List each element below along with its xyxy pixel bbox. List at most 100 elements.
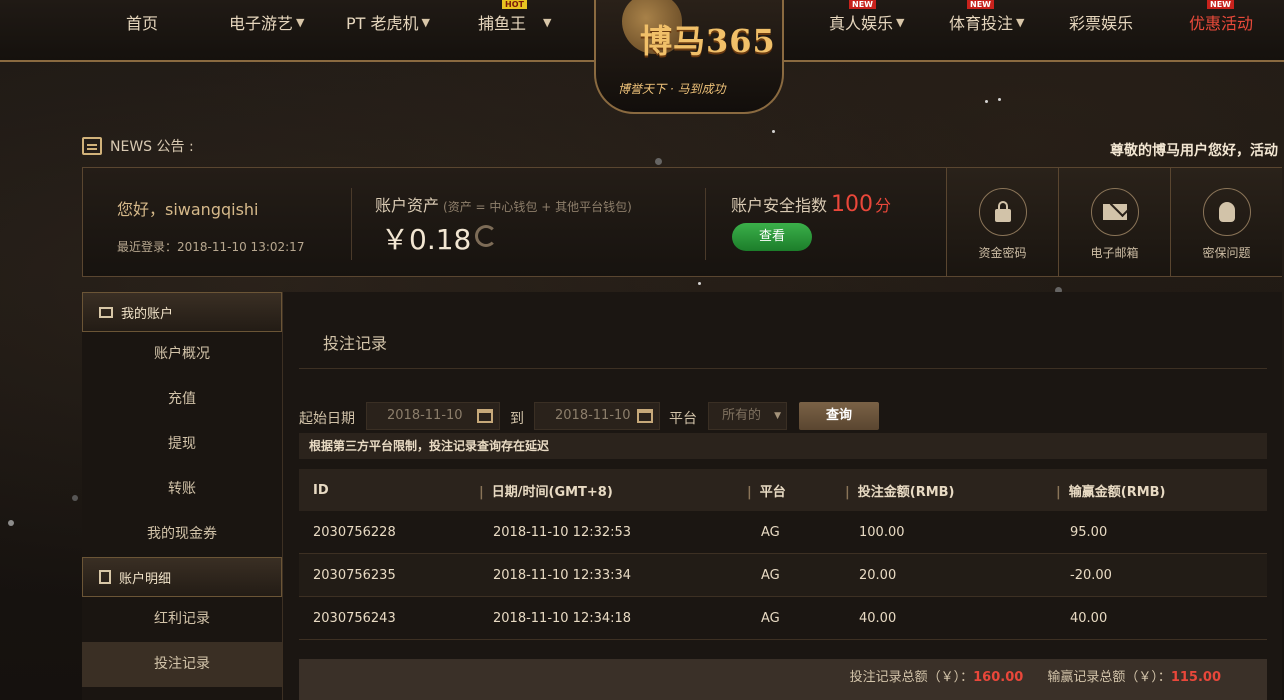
column-separator: | bbox=[1056, 484, 1061, 500]
nav-label: 电子游艺 bbox=[229, 14, 294, 33]
new-badge: NEW bbox=[967, 0, 994, 9]
mail-icon bbox=[1102, 204, 1127, 220]
sidebar-section-account-details[interactable]: 账户明细 bbox=[82, 557, 282, 597]
column-separator: | bbox=[747, 484, 752, 500]
new-badge: NEW bbox=[1207, 0, 1234, 9]
security-heading: 账户安全指数 100 分 bbox=[731, 192, 891, 217]
lock-icon bbox=[994, 200, 1011, 222]
nav-home[interactable]: 首页 bbox=[126, 10, 158, 34]
header-label: ID bbox=[313, 482, 329, 498]
hot-badge: HOT bbox=[502, 0, 527, 9]
header-label: 平台 bbox=[759, 484, 786, 500]
end-date-input[interactable]: 2018-11-10 bbox=[534, 402, 660, 430]
sidebar-section-my-account[interactable]: 我的账户 bbox=[82, 292, 282, 332]
platform-select[interactable]: 所有的 ▼ bbox=[708, 402, 787, 430]
nav-label: 首页 bbox=[126, 14, 159, 33]
divider bbox=[705, 188, 706, 260]
chevron-down-icon: ▼ bbox=[896, 15, 905, 29]
main-content: 投注记录 起始日期 2018-11-10 到 2018-11-10 平台 所有的… bbox=[282, 292, 1282, 700]
platform-value: 所有的 bbox=[722, 408, 762, 423]
bet-total-value: 160.00 bbox=[973, 670, 1024, 685]
chevron-down-icon: ▼ bbox=[296, 15, 305, 29]
cell-datetime: 2018-11-10 12:33:34 bbox=[493, 567, 632, 583]
query-button[interactable]: 查询 bbox=[799, 402, 879, 430]
nav-label: 体育投注 bbox=[949, 14, 1014, 33]
assets-label: 账户资产 bbox=[375, 196, 440, 215]
sidebar-item-bonus-records[interactable]: 红利记录 bbox=[82, 597, 282, 642]
refresh-icon[interactable] bbox=[475, 225, 497, 247]
cell-platform: AG bbox=[761, 610, 780, 626]
header-bet-amount: | 投注金额(RMB) bbox=[845, 481, 1056, 500]
new-badge: NEW bbox=[849, 0, 876, 9]
nav-label: 捕鱼王 bbox=[478, 14, 527, 33]
column-separator: | bbox=[845, 484, 850, 500]
tile-icon-frame bbox=[1090, 188, 1139, 236]
start-date-input[interactable]: 2018-11-10 bbox=[366, 402, 500, 430]
sidebar-item-transfer[interactable]: 转账 bbox=[82, 467, 282, 512]
news-label: NEWS 公告 : bbox=[110, 139, 194, 155]
nav-label: 彩票娱乐 bbox=[1069, 14, 1134, 33]
security-unit: 分 bbox=[875, 196, 892, 215]
header-platform: | 平台 bbox=[747, 481, 845, 500]
header-id: ID bbox=[299, 483, 479, 498]
assets-note: (资产 = 中心钱包 + 其他平台钱包) bbox=[443, 200, 632, 214]
header-label: 日期/时间(GMT+8) bbox=[491, 484, 613, 500]
assets-heading: 账户资产 (资产 = 中心钱包 + 其他平台钱包) bbox=[375, 192, 632, 216]
tile-label: 电子邮箱 bbox=[1090, 246, 1139, 260]
sidebar-item-overview[interactable]: 账户概况 bbox=[82, 332, 282, 377]
fund-password-tile[interactable]: 资金密码 bbox=[946, 168, 1058, 276]
to-label: 到 bbox=[510, 411, 524, 427]
sparkle bbox=[72, 495, 78, 501]
security-score: 100 bbox=[831, 192, 874, 217]
news-bar: NEWS 公告 : bbox=[82, 136, 194, 156]
sidebar-item-withdraw[interactable]: 提现 bbox=[82, 422, 282, 467]
nav-promotions[interactable]: NEW 优惠活动 bbox=[1189, 0, 1254, 34]
cell-win-loss: 40.00 bbox=[1070, 610, 1108, 626]
section-title: 我的账户 bbox=[121, 306, 174, 322]
calculator-icon bbox=[99, 570, 111, 584]
sidebar-item-bet-records[interactable]: 投注记录 bbox=[82, 642, 282, 687]
platform-label: 平台 bbox=[669, 411, 697, 427]
divider bbox=[299, 368, 1267, 369]
last-login-text: 最近登录：2018-11-10 13:02:17 bbox=[117, 240, 305, 254]
cell-platform: AG bbox=[761, 524, 780, 540]
cell-bet-amount: 20.00 bbox=[859, 567, 897, 583]
sidebar: 我的账户 账户概况 充值 提现 转账 我的现金券 账户明细 红利记录 投注记录 bbox=[82, 292, 282, 700]
totals-bar: 投注记录总额（￥）：160.00 输赢记录总额（￥）：115.00 bbox=[299, 659, 1267, 700]
sparkle bbox=[772, 130, 775, 133]
cell-datetime: 2018-11-10 12:34:18 bbox=[493, 610, 632, 626]
calendar-icon[interactable] bbox=[477, 409, 493, 423]
tile-icon-frame bbox=[1202, 188, 1251, 236]
delay-notice: 根据第三方平台限制，投注记录查询存在延迟 bbox=[299, 433, 1267, 459]
nav-live-casino[interactable]: NEW 真人娱乐 ▼ bbox=[829, 0, 905, 34]
sidebar-item-coupons[interactable]: 我的现金券 bbox=[82, 512, 282, 557]
filter-bar: 起始日期 2018-11-10 到 2018-11-10 平台 所有的 ▼ 查询 bbox=[299, 402, 999, 430]
view-security-button[interactable]: 查看 bbox=[732, 223, 812, 251]
sparkle bbox=[8, 520, 14, 526]
assets-balance: ￥0.18 bbox=[381, 223, 472, 256]
security-question-tile[interactable]: 密保问题 bbox=[1170, 168, 1282, 276]
logo-slogan: 博誉天下 · 马到成功 bbox=[618, 82, 726, 96]
cell-id: 2030756243 bbox=[313, 610, 396, 626]
site-logo[interactable]: 博马365 博誉天下 · 马到成功 bbox=[594, 0, 784, 114]
chevron-down-icon: ▼ bbox=[774, 411, 781, 421]
nav-label: 优惠活动 bbox=[1189, 14, 1254, 33]
sidebar-item-deposit[interactable]: 充值 bbox=[82, 377, 282, 422]
card-icon bbox=[99, 306, 113, 318]
page-title: 投注记录 bbox=[323, 334, 388, 353]
news-marquee[interactable]: 尊敬的博马用户您好，活动 bbox=[1110, 140, 1284, 160]
tile-label: 密保问题 bbox=[1202, 246, 1251, 260]
nav-egames[interactable]: 电子游艺 ▼ bbox=[229, 10, 304, 34]
nav-lottery[interactable]: 彩票娱乐 bbox=[1069, 10, 1133, 34]
nav-pt-slots[interactable]: PT 老虎机 ▼ bbox=[346, 10, 430, 34]
calendar-icon[interactable] bbox=[637, 409, 653, 423]
table-row: 2030756228 2018-11-10 12:32:53 AG 100.00… bbox=[299, 511, 1267, 554]
start-date-value: 2018-11-10 bbox=[387, 408, 463, 423]
sparkle bbox=[698, 282, 701, 285]
bet-total-label: 投注记录总额（￥）： bbox=[849, 670, 974, 685]
email-tile[interactable]: 电子邮箱 bbox=[1058, 168, 1170, 276]
header-label: 输赢金额(RMB) bbox=[1068, 484, 1166, 500]
tile-icon-frame bbox=[978, 188, 1027, 236]
nav-fishing[interactable]: HOT 捕鱼王 ▼ bbox=[478, 0, 551, 34]
nav-sports[interactable]: NEW 体育投注 ▼ bbox=[949, 0, 1024, 34]
